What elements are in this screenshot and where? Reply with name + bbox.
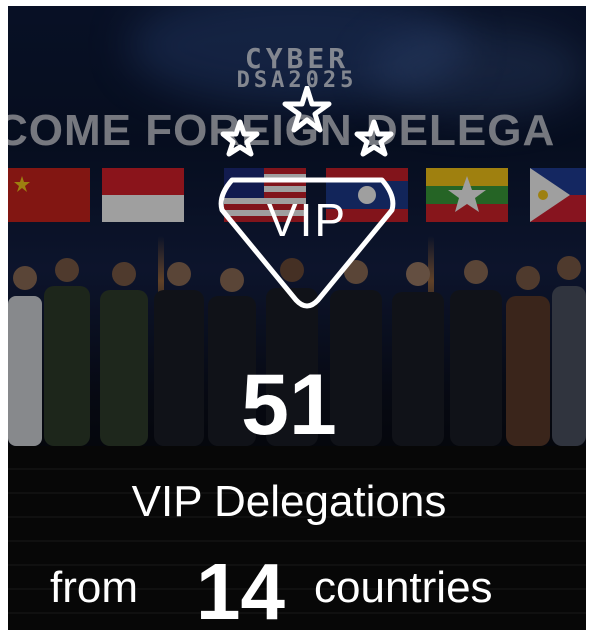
vip-diamond-icon: VIP [218, 86, 396, 309]
from-label: from [50, 563, 138, 612]
star-icon [354, 119, 394, 157]
countries-count: 14 [196, 547, 285, 630]
vip-label: VIP [267, 194, 347, 246]
star-icon [282, 86, 332, 133]
star-icon [220, 119, 260, 157]
infographic-frame: CYBER DSA2025 COME FOREIGN DELEGA VIP 51… [0, 0, 592, 630]
delegations-label: VIP Delegations [131, 477, 447, 526]
delegations-count: 51 [241, 357, 337, 453]
countries-label: countries [314, 563, 493, 612]
